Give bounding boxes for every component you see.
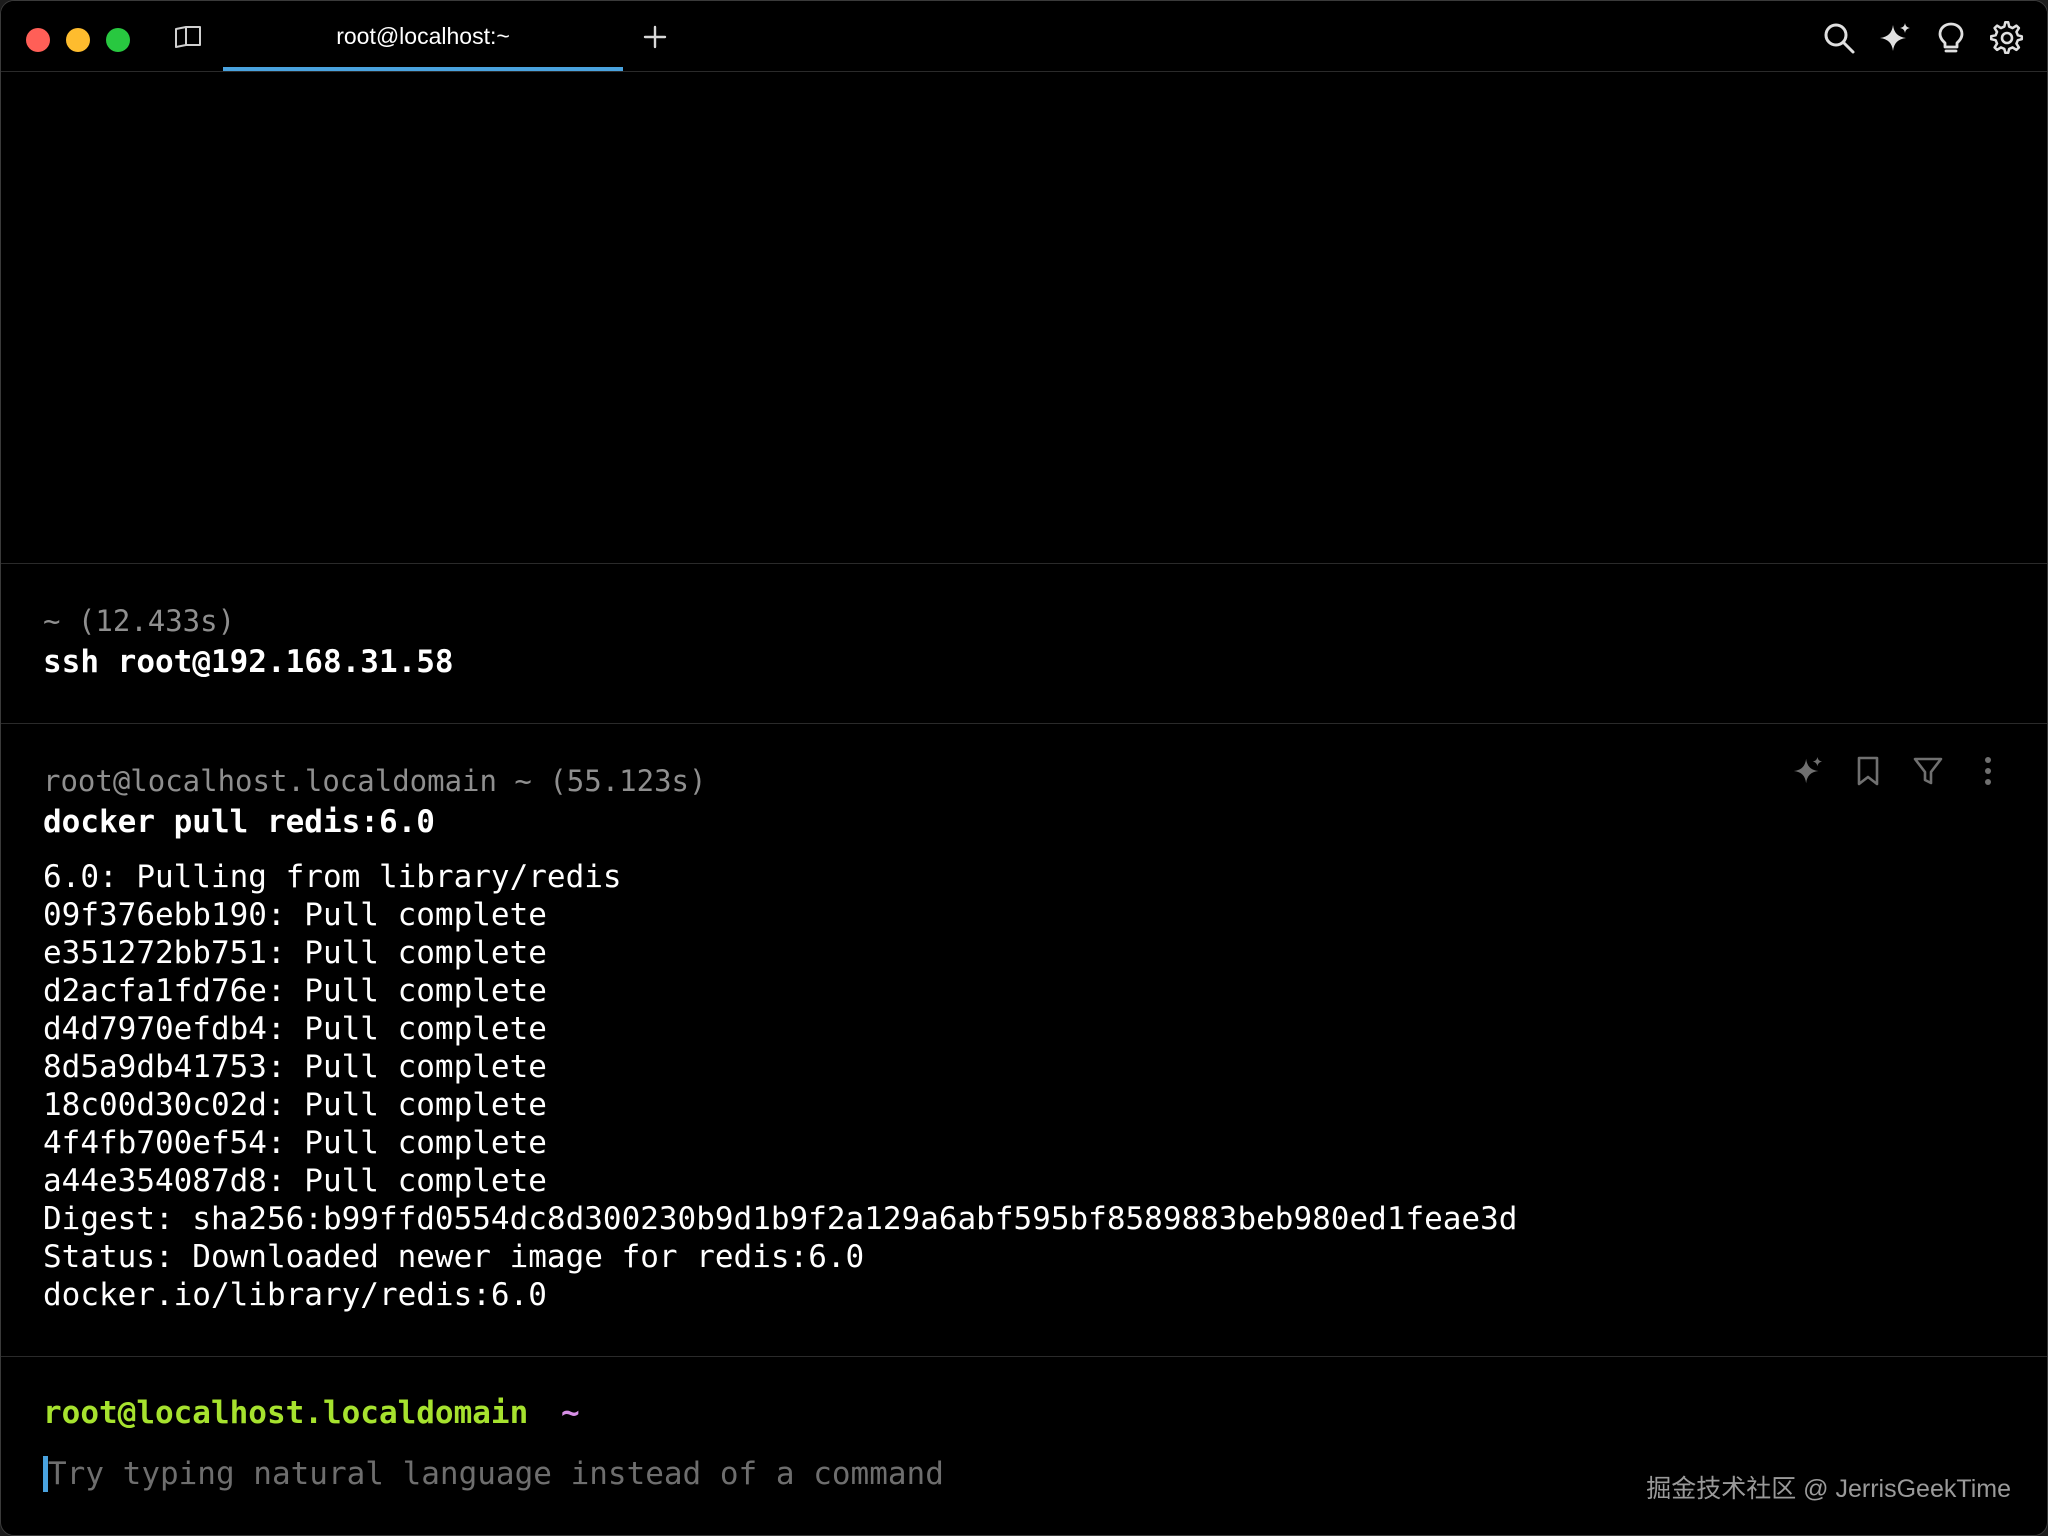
output-line: 09f376ebb190: Pull complete bbox=[43, 897, 547, 933]
minimize-window-button[interactable] bbox=[66, 28, 90, 52]
output-line: 8d5a9db41753: Pull complete bbox=[43, 1049, 547, 1085]
output-line: d2acfa1fd76e: Pull complete bbox=[43, 973, 547, 1009]
command-input-row[interactable] bbox=[43, 1454, 1048, 1494]
block-command[interactable]: docker pull redis:6.0 bbox=[43, 804, 435, 840]
output-line: d4d7970efdb4: Pull complete bbox=[43, 1011, 547, 1047]
tab-active-indicator bbox=[223, 67, 623, 71]
block-header: ~ (12.433s) bbox=[43, 604, 236, 638]
terminal-window: root@localhost:~ ~ (12.433s) ssh root@19… bbox=[0, 0, 2048, 1536]
prompt-path: ~ bbox=[561, 1395, 580, 1431]
tab-active[interactable]: root@localhost:~ bbox=[223, 1, 623, 71]
output-line: 4f4fb700ef54: Pull complete bbox=[43, 1125, 547, 1161]
command-input[interactable] bbox=[48, 1456, 1048, 1492]
output-line: 18c00d30c02d: Pull complete bbox=[43, 1087, 547, 1123]
block-divider bbox=[1, 563, 2047, 564]
output-line: 6.0: Pulling from library/redis bbox=[43, 859, 622, 895]
output-line: a44e354087d8: Pull complete bbox=[43, 1163, 547, 1199]
search-icon[interactable] bbox=[1819, 19, 1859, 57]
gear-icon[interactable] bbox=[1987, 19, 2027, 57]
prompt-user-host: root@localhost.localdomain bbox=[43, 1395, 529, 1431]
bookmark-icon[interactable] bbox=[1851, 754, 1885, 788]
plus-icon bbox=[643, 25, 667, 49]
block-command[interactable]: ssh root@192.168.31.58 bbox=[43, 644, 454, 680]
close-window-button[interactable] bbox=[26, 28, 50, 52]
split-view-icon[interactable] bbox=[171, 23, 205, 51]
block-header: root@localhost.localdomain ~ (55.123s) bbox=[43, 764, 707, 798]
watermark: 掘金技术社区 @ JerrisGeekTime bbox=[1646, 1475, 2011, 1503]
tab-title: root@localhost:~ bbox=[336, 22, 510, 49]
zoom-window-button[interactable] bbox=[106, 28, 130, 52]
output-line: docker.io/library/redis:6.0 bbox=[43, 1277, 547, 1313]
output-line: e351272bb751: Pull complete bbox=[43, 935, 547, 971]
filter-icon[interactable] bbox=[1911, 754, 1945, 788]
ai-sparkle-icon[interactable] bbox=[1791, 754, 1825, 788]
ai-sparkle-icon[interactable] bbox=[1875, 19, 1915, 57]
block-actions bbox=[1791, 754, 2005, 788]
more-vertical-icon[interactable] bbox=[1971, 754, 2005, 788]
block-divider bbox=[1, 1356, 2047, 1357]
block-divider bbox=[1, 723, 2047, 724]
output-line: Status: Downloaded newer image for redis… bbox=[43, 1239, 865, 1275]
title-bar: root@localhost:~ bbox=[1, 1, 2047, 72]
new-tab-button[interactable] bbox=[637, 19, 673, 55]
lightbulb-icon[interactable] bbox=[1931, 19, 1971, 57]
command-output: 6.0: Pulling from library/redis 09f376eb… bbox=[43, 858, 1517, 1314]
output-line: Digest: sha256:b99ffd0554dc8d300230b9d1b… bbox=[43, 1201, 1518, 1237]
